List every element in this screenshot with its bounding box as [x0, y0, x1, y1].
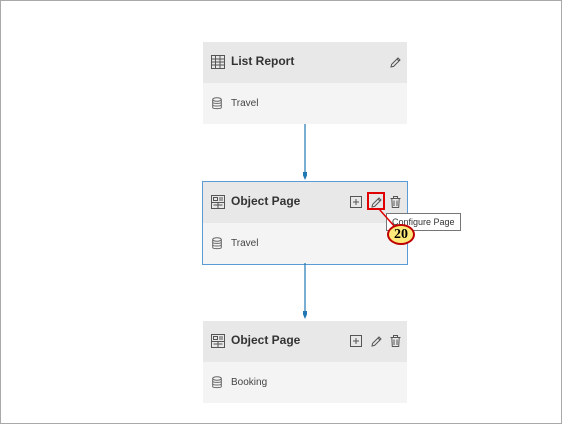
callout-number-badge: 20: [387, 224, 415, 245]
callout-line: [378, 208, 396, 228]
window-frame: List Report Travel Object Page Travel Ob…: [0, 0, 562, 424]
